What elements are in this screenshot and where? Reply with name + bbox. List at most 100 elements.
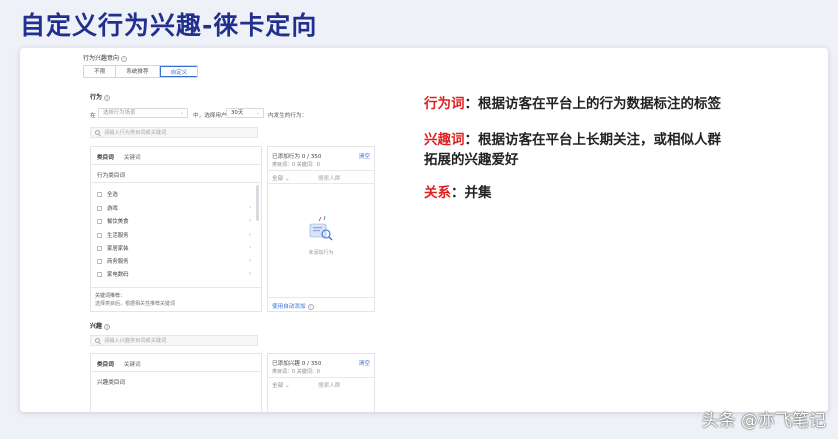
- relation-def: ：并集: [451, 185, 492, 201]
- category-item-electronics[interactable]: 家电数码 ›: [97, 270, 257, 278]
- checkbox[interactable]: [97, 205, 102, 211]
- category-label: 商务服务: [107, 259, 129, 265]
- interest-tabs: 类目词 关键词: [97, 360, 141, 368]
- selected-search-placeholder: 搜索人群: [318, 176, 341, 182]
- tab-category[interactable]: 类目词: [97, 153, 114, 161]
- behavior-selected-counts: 类目词：0 关键词：0: [272, 162, 320, 168]
- auto-add-label: 使用自动添加: [272, 304, 306, 310]
- chevron-down-icon: ⌄: [255, 110, 260, 116]
- explain-interest: 兴趣词：根据访客在平台上长期关注，或相似人群 拓展的兴趣爱好: [424, 130, 721, 170]
- behavior-search-placeholder: 请输入行为类目词或关键词: [104, 130, 167, 136]
- behavior-days-value: 30天: [231, 110, 244, 116]
- interest-def-2: 拓展的兴趣爱好: [424, 152, 519, 168]
- divider: [268, 377, 374, 378]
- behavior-days-select[interactable]: 30天 ⌄: [226, 108, 264, 118]
- category-item-food[interactable]: 餐饮美食 ›: [97, 217, 257, 225]
- interest-search-input[interactable]: 请输入兴趣类目词或关键词: [90, 335, 258, 346]
- search-icon: [95, 130, 100, 135]
- checkbox[interactable]: [97, 218, 102, 224]
- interest-selected-title: 已添加兴趣 0 / 350: [272, 361, 322, 367]
- behavior-search-input[interactable]: 请输入行为类目词或关键词: [90, 127, 258, 138]
- chevron-down-icon: ⌄: [284, 383, 290, 389]
- content-card: 行为兴趣意向? 不限 系统推荐 自定义 行为? 在 选择行为场景 ⌄ 中，选择用…: [20, 48, 828, 412]
- checkbox[interactable]: [97, 258, 102, 264]
- segment-system-recommend[interactable]: 系统推荐: [116, 66, 160, 77]
- section-label: 行为兴趣意向?: [83, 53, 128, 62]
- tab-keyword[interactable]: 关键词: [124, 153, 141, 161]
- selected-search-placeholder: 搜索人群: [318, 383, 341, 389]
- filter-select[interactable]: 全部 ⌄: [272, 174, 290, 182]
- category-label: 生活服务: [107, 233, 129, 239]
- chevron-down-icon: ⌄: [179, 110, 184, 116]
- behavior-scene-placeholder: 选择行为场景: [103, 110, 136, 116]
- behavior-scene-select[interactable]: 选择行为场景 ⌄: [98, 108, 188, 118]
- category-item-game[interactable]: 游戏 ›: [97, 204, 257, 212]
- category-select-all[interactable]: 全选: [97, 190, 118, 198]
- watermark: 头条 @亦飞笔记: [701, 411, 826, 431]
- checkbox[interactable]: [97, 245, 102, 251]
- interest-selected-panel: 已添加兴趣 0 / 350 清空 类目词：0 关键词：0 全部 ⌄ 搜索人群: [267, 353, 375, 412]
- category-item-business[interactable]: 商务服务 ›: [97, 257, 257, 265]
- tab-category[interactable]: 类目词: [97, 360, 114, 368]
- intent-mode-segmented: 不限 系统推荐 自定义: [83, 65, 199, 78]
- filter-label: 全部: [272, 383, 284, 389]
- behavior-heading: 行为?: [90, 92, 111, 101]
- segment-unlimited[interactable]: 不限: [84, 66, 117, 77]
- category-item-life-service[interactable]: 生活服务 ›: [97, 231, 257, 239]
- empty-state-label: 未添加行为: [308, 250, 334, 256]
- relation-term: 关系: [424, 185, 451, 201]
- category-label: 餐饮美食: [107, 219, 129, 225]
- behavior-category-panel: 类目词 关键词 行为类目词 全选 游戏 › 餐饮美食 › 生活服务 › 家居家装 › 商…: [90, 146, 262, 312]
- chevron-right-icon: ›: [248, 232, 251, 238]
- behavior-tabs: 类目词 关键词: [97, 153, 141, 161]
- behavior-selected-title: 已添加行为 0 / 350: [272, 154, 322, 160]
- behavior-term: 行为词: [424, 96, 465, 112]
- clear-button[interactable]: 清空: [359, 152, 370, 160]
- segment-custom[interactable]: 自定义: [159, 66, 198, 77]
- empty-state-illustration-icon: [309, 215, 333, 241]
- help-icon[interactable]: ?: [307, 303, 314, 310]
- interest-search-placeholder: 请输入兴趣类目词或关键词: [104, 338, 167, 344]
- divider: [268, 170, 374, 171]
- auto-add-link[interactable]: 使用自动添加?: [272, 302, 314, 310]
- behavior-mid-text: 中，选择用户: [193, 113, 227, 119]
- keyword-recommend-title: 关键词推荐：: [95, 293, 126, 299]
- selected-search-input[interactable]: 搜索人群: [318, 174, 340, 182]
- slide-title: 自定义行为兴趣-徕卡定向: [20, 11, 318, 40]
- behavior-heading-text: 行为: [90, 94, 103, 101]
- interest-list-header: 兴趣类目词: [97, 380, 125, 386]
- divider: [91, 164, 261, 165]
- chevron-right-icon: ›: [248, 205, 251, 211]
- explain-behavior: 行为词：根据访客在平台上的行为数据标注的标签: [424, 94, 721, 114]
- behavior-selected-panel: 已添加行为 0 / 350 清空 类目词：0 关键词：0 全部 ⌄ 搜索人群 未…: [267, 146, 375, 312]
- filter-select[interactable]: 全部 ⌄: [272, 381, 290, 389]
- help-icon[interactable]: ?: [104, 323, 111, 330]
- interest-term: 兴趣词: [424, 132, 465, 148]
- help-icon[interactable]: ?: [104, 94, 111, 101]
- keyword-recommend-desc: 选择类目后，根据相关性推荐关键词: [95, 301, 176, 307]
- divider: [91, 287, 261, 288]
- clear-button[interactable]: 清空: [359, 359, 370, 367]
- category-item-home[interactable]: 家居家装 ›: [97, 244, 257, 252]
- scrollbar[interactable]: [256, 185, 259, 221]
- interest-heading: 兴趣?: [90, 321, 111, 330]
- selected-search-input[interactable]: 搜索人群: [318, 381, 340, 389]
- divider: [91, 371, 261, 372]
- interest-def-1: ：根据访客在平台上长期关注，或相似人群: [464, 132, 722, 148]
- search-icon: [95, 338, 100, 343]
- chevron-right-icon: ›: [248, 271, 251, 277]
- category-label: 游戏: [107, 206, 118, 212]
- behavior-list-header: 行为类目词: [97, 173, 125, 179]
- behavior-prefix: 在: [90, 113, 96, 119]
- interest-selected-counts: 类目词：0 关键词：0: [272, 369, 320, 375]
- tab-keyword[interactable]: 关键词: [124, 360, 141, 368]
- chevron-right-icon: ›: [248, 218, 251, 224]
- divider: [268, 297, 374, 298]
- help-icon[interactable]: ?: [121, 55, 128, 62]
- checkbox[interactable]: [97, 271, 102, 277]
- checkbox[interactable]: [97, 191, 102, 197]
- interest-heading-text: 兴趣: [90, 323, 103, 330]
- chevron-right-icon: ›: [248, 258, 251, 264]
- chevron-down-icon: ⌄: [284, 176, 290, 182]
- checkbox[interactable]: [97, 232, 102, 238]
